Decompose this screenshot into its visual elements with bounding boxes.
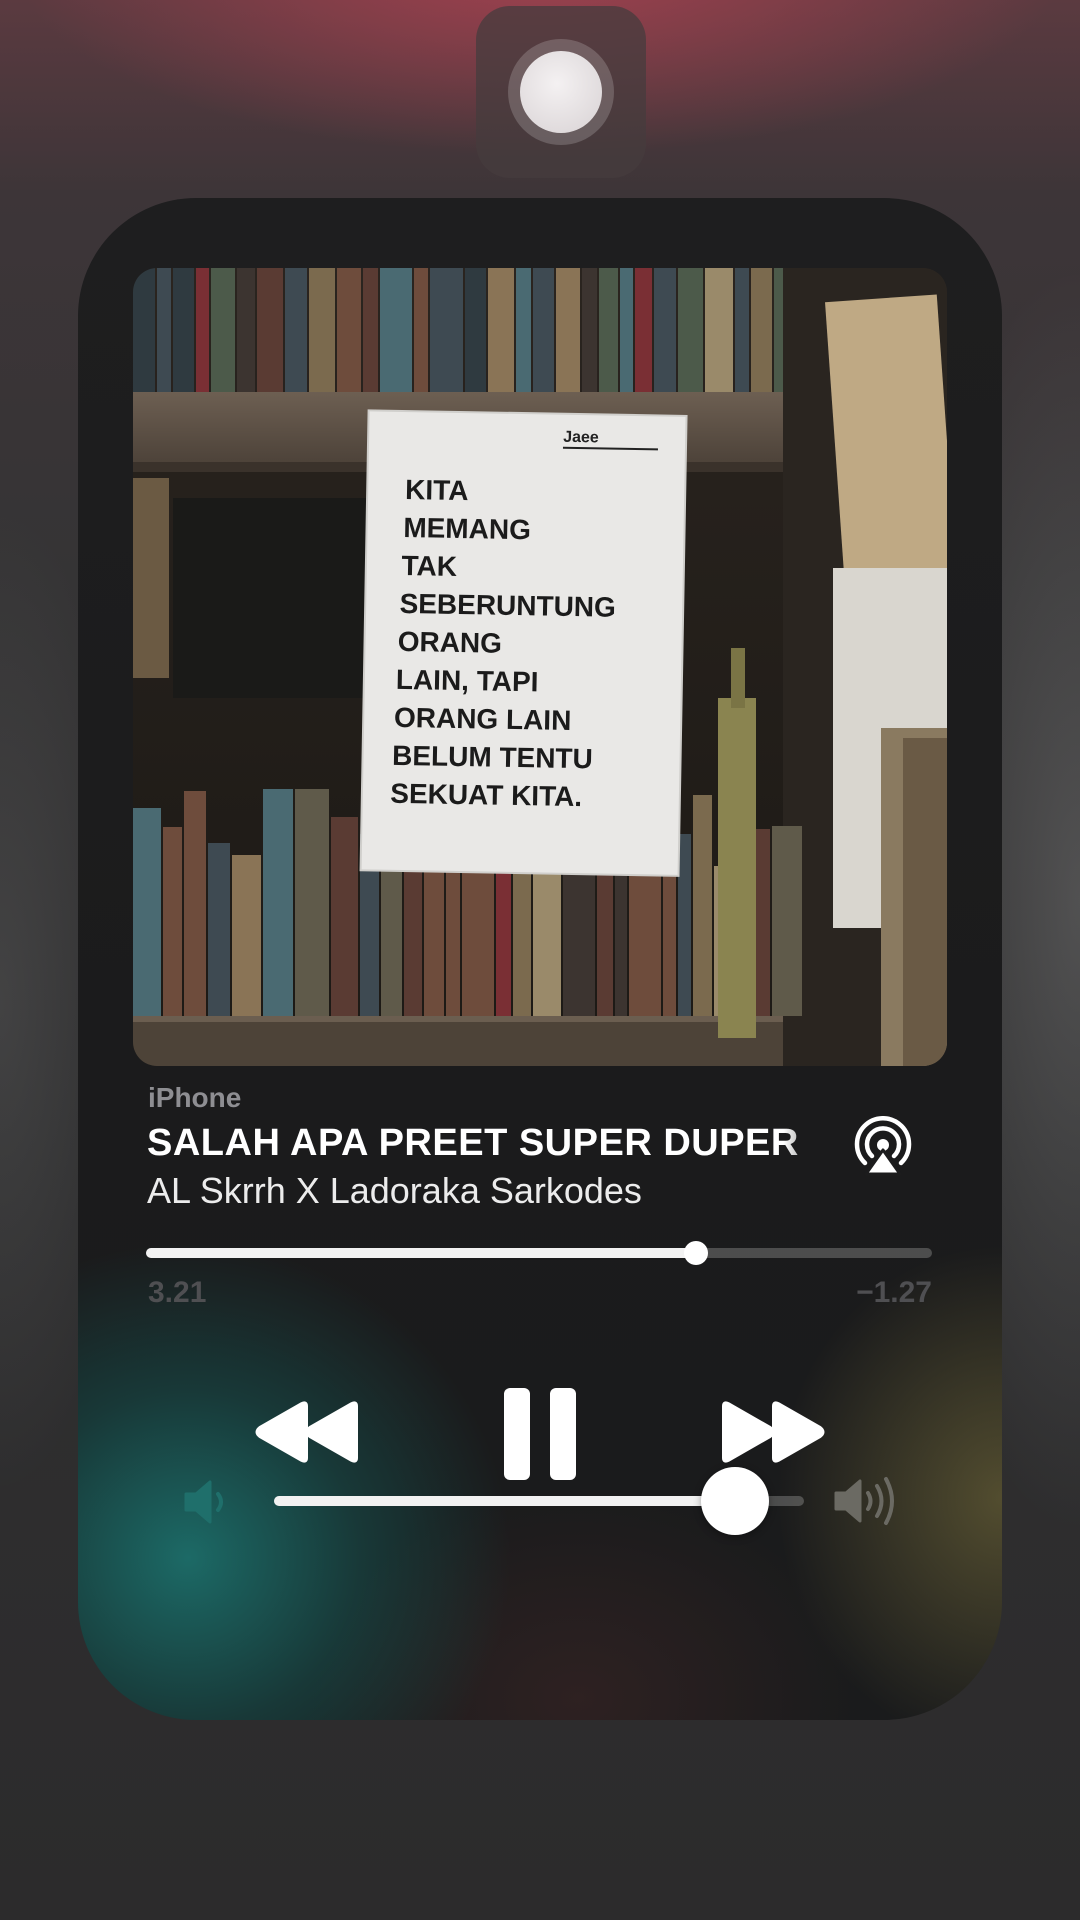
- song-artist: AL Skrrh X Ladoraka Sarkodes: [147, 1170, 642, 1211]
- now-playing-card: Jaee KITA MEMANG TAK SEBERUNTUNG ORANG LAIN, …: [78, 198, 1002, 1720]
- book-spine: [654, 268, 676, 394]
- book-spine: [331, 817, 358, 1016]
- poster-line: SEBERUNTUNG: [399, 588, 616, 623]
- book-spine: [232, 855, 261, 1016]
- poster-line: KITA: [405, 474, 469, 506]
- book-spine: [488, 268, 514, 394]
- poster-line: SEKUAT KITA.: [390, 778, 582, 812]
- poster-line: MEMANG: [403, 512, 531, 545]
- book-spine: [678, 834, 691, 1016]
- book-spine: [705, 268, 733, 394]
- progress-fill: [146, 1248, 697, 1258]
- book-spine: [772, 826, 802, 1016]
- book-spine: [582, 268, 597, 394]
- book-spine: [533, 268, 554, 394]
- book-spine: [620, 268, 633, 394]
- book-spine: [363, 268, 378, 394]
- book-spine: [635, 268, 652, 394]
- progress-knob[interactable]: [684, 1241, 709, 1265]
- speaker-low-icon: [184, 1480, 234, 1524]
- playback-progress-slider[interactable]: [146, 1236, 932, 1270]
- volume-slider[interactable]: [274, 1466, 804, 1536]
- book-spine: [157, 268, 171, 394]
- book-spine: [133, 808, 161, 1016]
- book-spine: [430, 268, 463, 394]
- song-title: SALAH APA PREET SUPER DUPER: [147, 1122, 799, 1164]
- book-spine: [465, 268, 486, 394]
- book-spine: [208, 843, 230, 1016]
- book-spine: [337, 268, 361, 394]
- book-spine: [678, 268, 703, 394]
- poster-line: BELUM TENTU: [392, 740, 593, 774]
- circle-toggle-icon: [508, 39, 614, 145]
- fast-forward-icon: [722, 1401, 825, 1463]
- poster-line: TAK: [401, 550, 457, 582]
- fast-forward-button[interactable]: [718, 1400, 826, 1464]
- poster-line: ORANG LAIN: [394, 702, 572, 736]
- volume-knob[interactable]: [701, 1467, 770, 1535]
- output-device-label: iPhone: [148, 1082, 242, 1113]
- book-spine: [599, 268, 618, 394]
- book-spine: [516, 268, 531, 394]
- rewind-button[interactable]: [254, 1400, 362, 1464]
- poster-author: Jaee: [563, 429, 599, 447]
- book-spine: [285, 268, 307, 394]
- book-spine: [309, 268, 335, 394]
- book-spine: [693, 795, 712, 1016]
- book-spine: [237, 268, 255, 394]
- poster-line: ORANG: [398, 626, 503, 659]
- book-spine: [173, 268, 194, 394]
- top-toggle-button[interactable]: [476, 6, 646, 178]
- remaining-time: −1.27: [856, 1276, 932, 1309]
- volume-fill: [274, 1496, 736, 1506]
- book-spine: [513, 864, 531, 1016]
- book-spine: [163, 827, 182, 1016]
- book-spine: [629, 853, 661, 1016]
- rewind-icon: [255, 1401, 358, 1463]
- book-spine: [263, 789, 293, 1016]
- book-spine: [735, 268, 749, 394]
- poster: Jaee KITA MEMANG TAK SEBERUNTUNGORANG LAIN, …: [359, 409, 688, 877]
- book-spine: [196, 268, 209, 394]
- book-spine: [184, 791, 206, 1016]
- book-spine: [257, 268, 283, 394]
- speaker-high-icon: [834, 1474, 904, 1528]
- book-spine: [597, 863, 613, 1016]
- book-spine: [133, 268, 155, 394]
- book-spine: [414, 268, 428, 394]
- book-spine: [556, 268, 580, 394]
- book-spine: [380, 268, 412, 394]
- top-books: [133, 268, 787, 394]
- airplay-icon[interactable]: [852, 1115, 914, 1178]
- book-spine: [751, 268, 772, 394]
- poster-line: LAIN, TAPI: [396, 664, 539, 697]
- book-spine: [295, 789, 329, 1016]
- album-artwork: Jaee KITA MEMANG TAK SEBERUNTUNG ORANG LAIN, …: [133, 268, 947, 1066]
- book-spine: [211, 268, 235, 394]
- elapsed-time: 3.21: [148, 1276, 207, 1309]
